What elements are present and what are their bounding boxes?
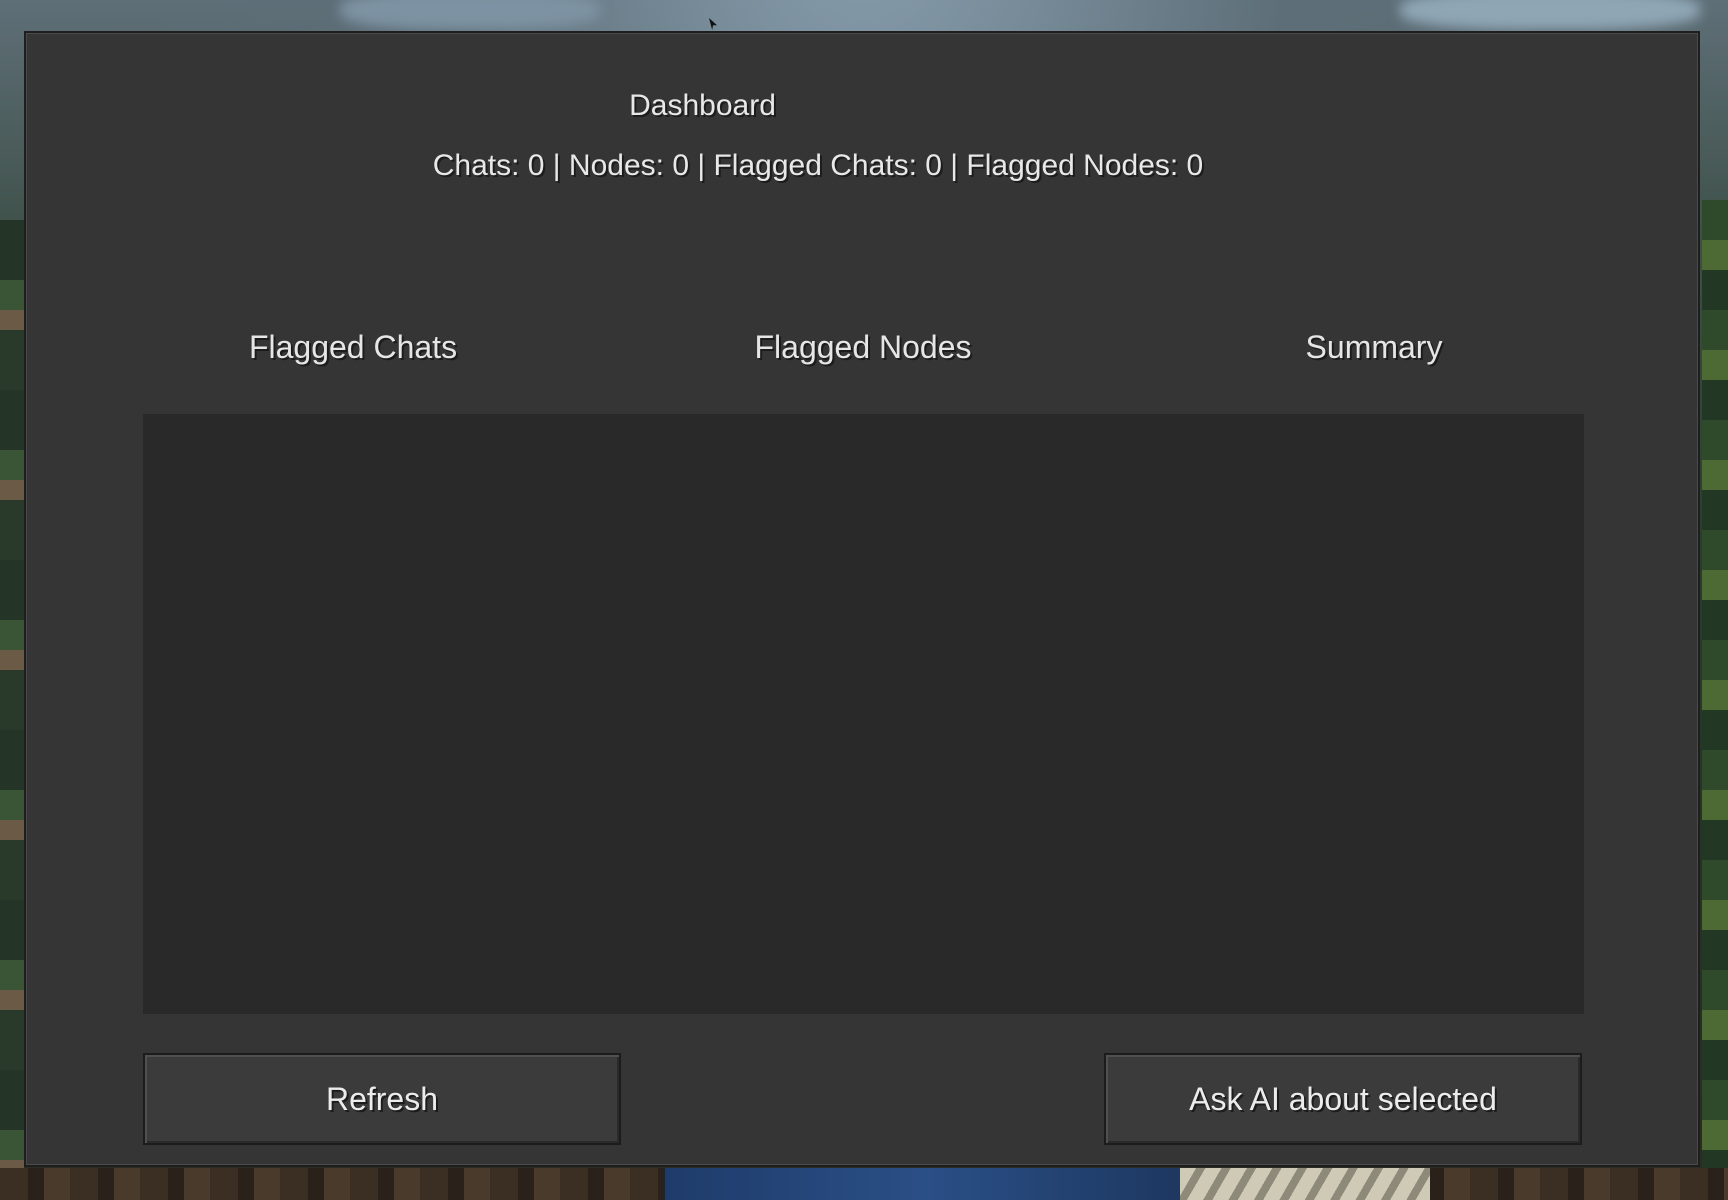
dialog-title: Dashboard (629, 89, 776, 122)
stats-summary: Chats: 0 | Nodes: 0 | Flagged Chats: 0 |… (432, 149, 1204, 182)
flagged-items-list[interactable] (143, 414, 1584, 1014)
tab-flagged-nodes[interactable]: Flagged Nodes (754, 329, 971, 366)
tab-summary[interactable]: Summary (1306, 329, 1443, 366)
ask-ai-button[interactable]: Ask AI about selected (1104, 1053, 1582, 1145)
tab-flagged-chats[interactable]: Flagged Chats (249, 329, 457, 366)
refresh-button[interactable]: Refresh (143, 1053, 621, 1145)
dashboard-dialog: Dashboard Chats: 0 | Nodes: 0 | Flagged … (24, 31, 1700, 1167)
